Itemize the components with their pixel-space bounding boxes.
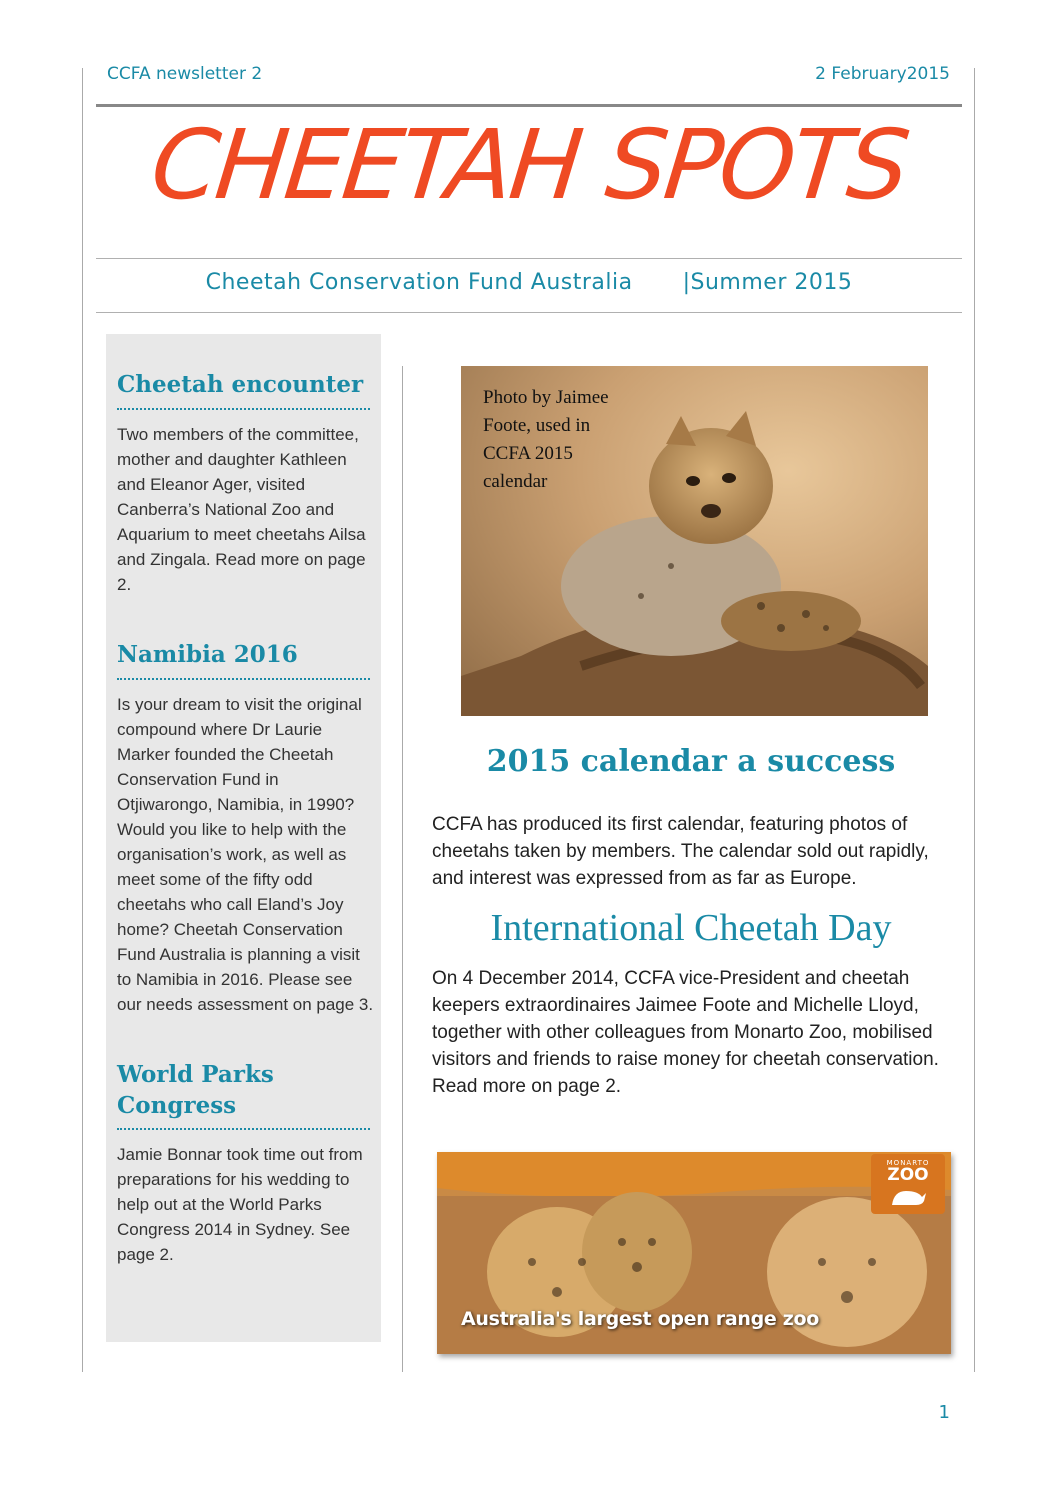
zoo-banner-caption: Australia's largest open range zoo — [461, 1308, 820, 1330]
masthead-title: CHEETAH SPOTS — [146, 109, 912, 221]
sidebar-heading-namibia: Namibia 2016 — [117, 641, 298, 668]
article-text-calendar: CCFA has produced its first calendar, fe… — [432, 814, 929, 889]
sidebar-rule — [117, 678, 370, 680]
column-divider — [402, 366, 403, 1372]
newsletter-date: 2 February2015 — [815, 64, 950, 84]
sidebar-heading-cheetah-encounter: Cheetah encounter — [117, 371, 364, 398]
sidebar-heading-world-parks: World Parks Congress — [117, 1061, 274, 1119]
page-right-border — [974, 68, 975, 1372]
masthead-rule-bottom — [96, 258, 962, 259]
article-heading-cheetah-day: International Cheetah Day — [490, 907, 892, 949]
subtitle: Cheetah Conservation Fund Australia |Summ… — [96, 270, 962, 295]
monarto-zoo-banner: MONARTO ZOO Australia's largest open ran… — [437, 1152, 951, 1354]
sidebar-text-world-parks: Jamie Bonnar took time out from preparat… — [117, 1145, 363, 1264]
sidebar-rule — [117, 408, 370, 410]
article-heading-calendar: 2015 calendar a success — [486, 744, 896, 779]
rhino-icon — [892, 1191, 926, 1205]
page-number: 1 — [938, 1402, 950, 1423]
article-text-cheetah-day: On 4 December 2014, CCFA vice-President … — [432, 968, 939, 1097]
sidebar-text-namibia: Is your dream to visit the original comp… — [117, 695, 374, 1014]
sidebar-text-cheetah-encounter: Two members of the committee, mother and… — [117, 425, 366, 594]
photo-caption: Photo by Jaimee Foote, used in CCFA 2015… — [483, 387, 609, 492]
subtitle-season: |Summer 2015 — [682, 270, 853, 295]
subtitle-org: Cheetah Conservation Fund Australia — [205, 270, 633, 295]
sidebar-rule — [117, 1128, 370, 1130]
subtitle-rule-bottom — [96, 312, 962, 313]
page-left-border — [82, 68, 83, 1372]
header-rule — [96, 104, 962, 107]
zoo-logo-main: ZOO — [887, 1165, 929, 1185]
newsletter-issue: CCFA newsletter 2 — [107, 64, 263, 84]
monarto-zoo-logo: MONARTO ZOO — [871, 1154, 945, 1214]
